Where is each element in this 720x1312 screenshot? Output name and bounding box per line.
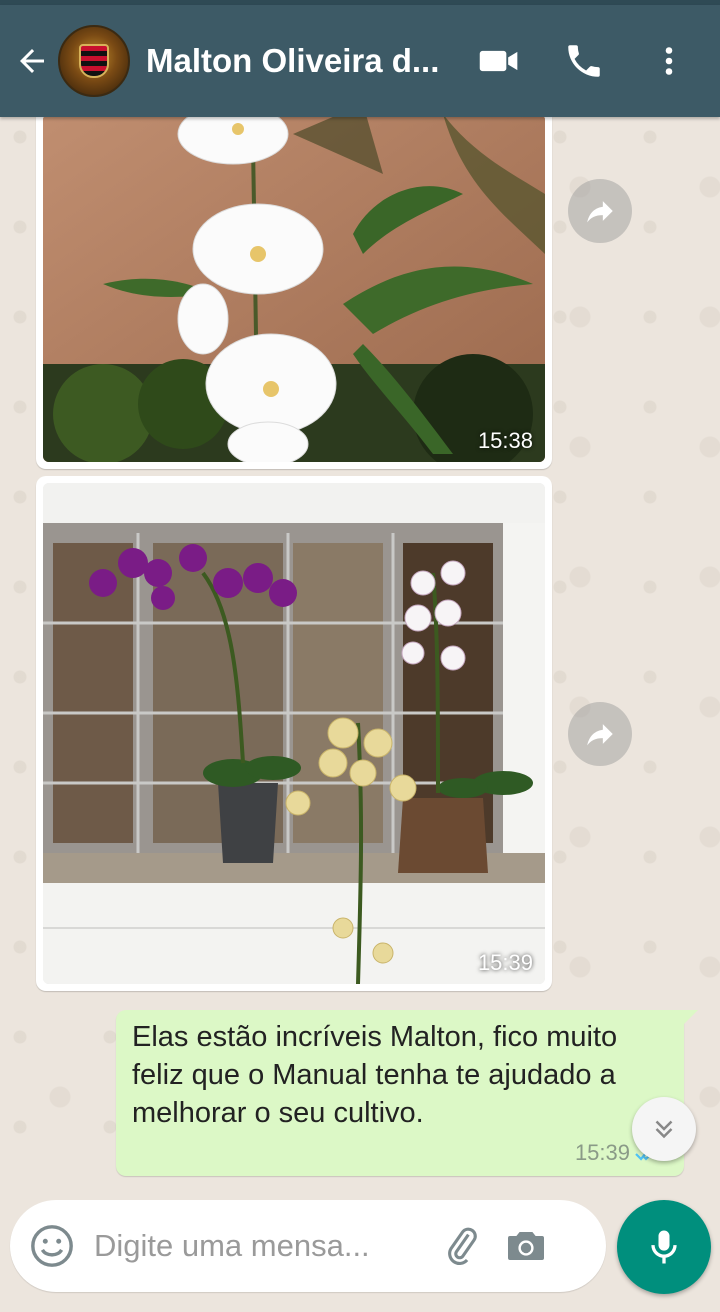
message-time: 15:39 <box>574 1140 630 1165</box>
message-text: Elas estão incríveis Malton, fico muito … <box>132 1021 618 1129</box>
back-arrow-icon <box>20 49 44 73</box>
forward-icon <box>587 201 613 223</box>
microphone-icon <box>651 1230 677 1264</box>
message-time: 15:38 <box>477 428 533 453</box>
outgoing-message[interactable]: Elas estão incríveis Malton, fico muito … <box>116 1010 698 1176</box>
flamengo-crest-icon <box>79 44 109 78</box>
white-orchid-photo[interactable]: 15:38 <box>43 117 545 462</box>
contact-avatar[interactable] <box>58 25 130 97</box>
more-options-icon <box>665 47 673 75</box>
message-list[interactable]: 15:38 15:39 Elas estão incríveis Malton,… <box>0 117 720 1200</box>
contact-name[interactable]: Malton Oliveira d... <box>146 42 446 80</box>
video-call-button[interactable] <box>464 5 534 117</box>
paperclip-icon <box>448 1227 477 1265</box>
message-input[interactable]: Digite uma mensa... <box>94 1228 430 1264</box>
emoji-icon <box>31 1225 73 1267</box>
message-time: 15:39 <box>477 950 533 975</box>
chat-header: Malton Oliveira d... <box>0 5 720 117</box>
image-message[interactable]: 15:39 <box>36 476 552 991</box>
voice-call-icon <box>568 45 600 77</box>
back-button[interactable] <box>6 5 58 117</box>
attach-button[interactable] <box>430 1200 494 1292</box>
double-chevron-down-icon <box>655 1120 673 1139</box>
video-call-icon <box>479 50 518 72</box>
camera-icon <box>508 1232 544 1260</box>
emoji-button[interactable] <box>10 1200 94 1292</box>
bubble-tail <box>682 1010 698 1026</box>
forward-button[interactable] <box>568 702 632 766</box>
voice-message-button[interactable] <box>617 1200 711 1294</box>
forward-button[interactable] <box>568 179 632 243</box>
scroll-to-bottom-button[interactable] <box>632 1097 696 1161</box>
composer-bar: Digite uma mensa... <box>0 1200 720 1312</box>
voice-call-button[interactable] <box>549 5 619 117</box>
message-input-container[interactable]: Digite uma mensa... <box>10 1200 606 1292</box>
forward-icon <box>587 724 613 746</box>
camera-button[interactable] <box>494 1200 558 1292</box>
more-options-button[interactable] <box>634 5 704 117</box>
orchids-on-window-sill-photo[interactable]: 15:39 <box>43 483 545 984</box>
image-message[interactable]: 15:38 <box>36 117 552 469</box>
